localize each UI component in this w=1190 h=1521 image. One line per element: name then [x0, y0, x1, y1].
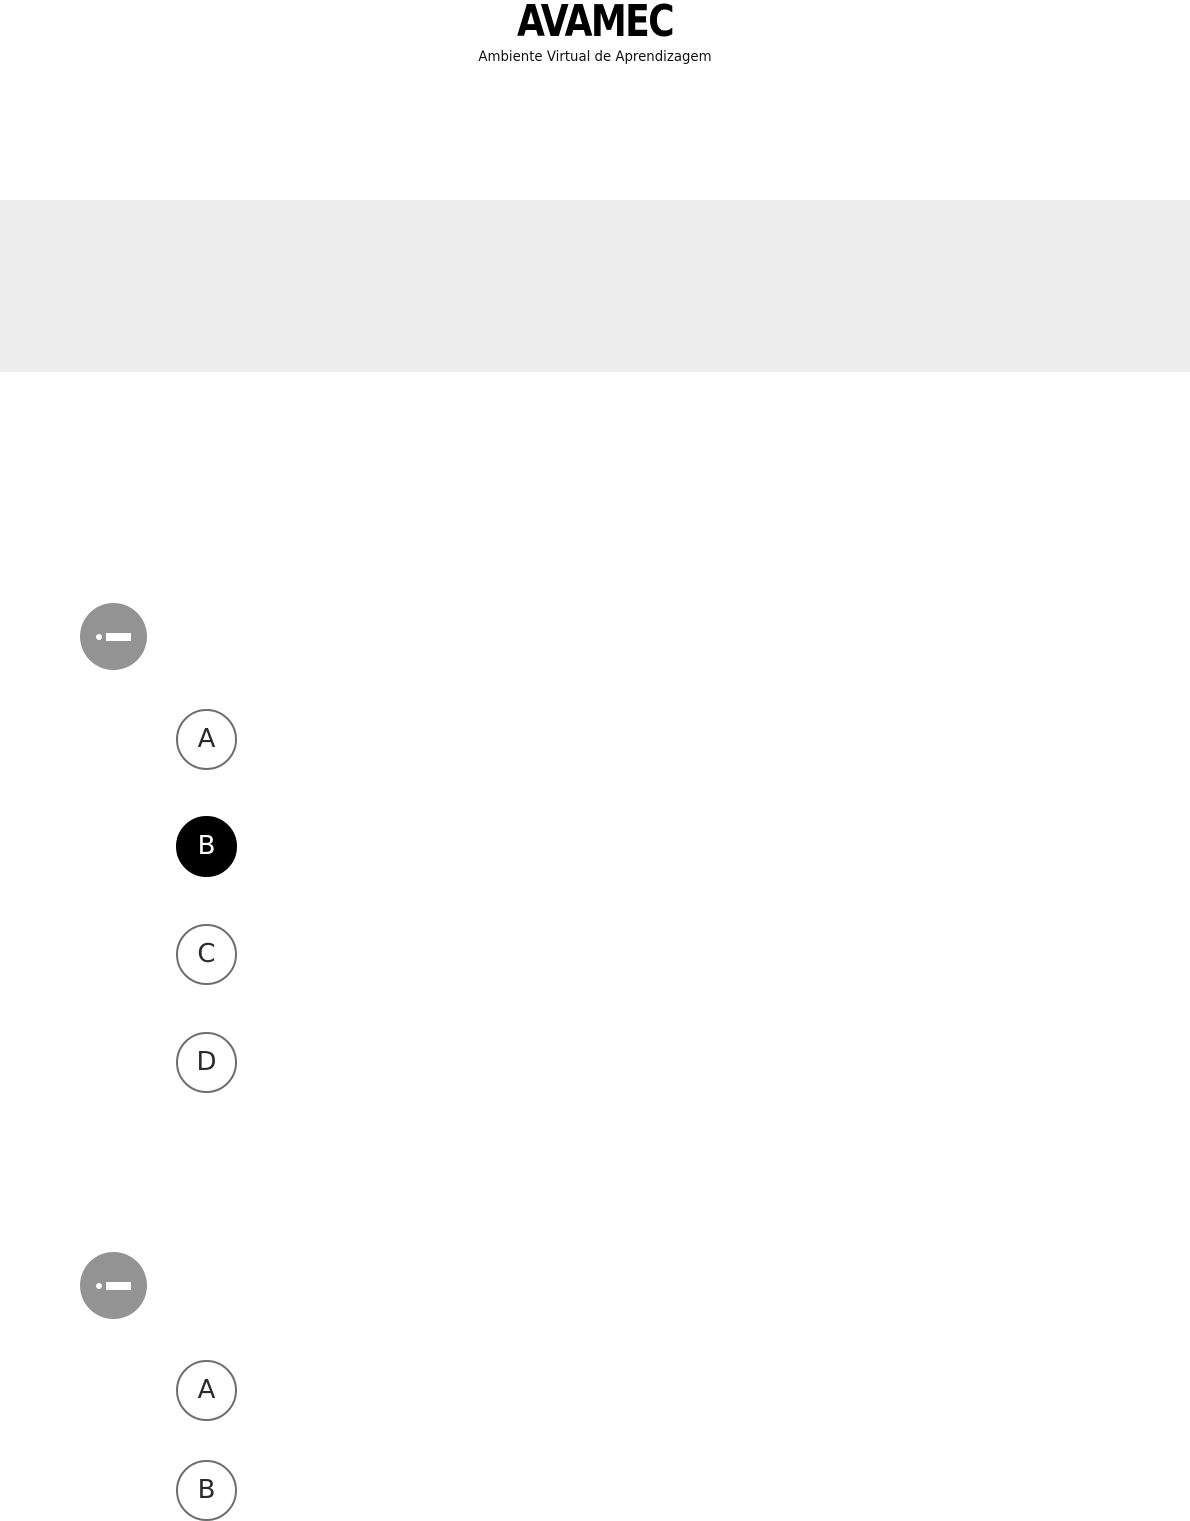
question-2-option-b[interactable]: B: [176, 1460, 237, 1521]
marker-bar: [106, 633, 131, 641]
question-2-marker-icon: [80, 1252, 147, 1319]
grey-banner: [0, 200, 1190, 372]
question-1-option-b[interactable]: B: [176, 816, 237, 877]
brand-logo-title[interactable]: AVAMEC: [107, 0, 1083, 44]
page: AVAMEC Ambiente Virtual de Aprendizagem …: [0, 0, 1190, 1521]
question-1-marker-icon: [80, 603, 147, 670]
question-1-option-c[interactable]: C: [176, 924, 237, 985]
brand-subtitle: Ambiente Virtual de Aprendizagem: [478, 49, 712, 65]
question-1-option-a[interactable]: A: [176, 709, 237, 770]
marker-dot: [96, 634, 102, 640]
marker-dot: [96, 1283, 102, 1289]
marker-bar: [106, 1282, 131, 1290]
question-1-option-d[interactable]: D: [176, 1032, 237, 1093]
question-2-option-a[interactable]: A: [176, 1360, 237, 1421]
